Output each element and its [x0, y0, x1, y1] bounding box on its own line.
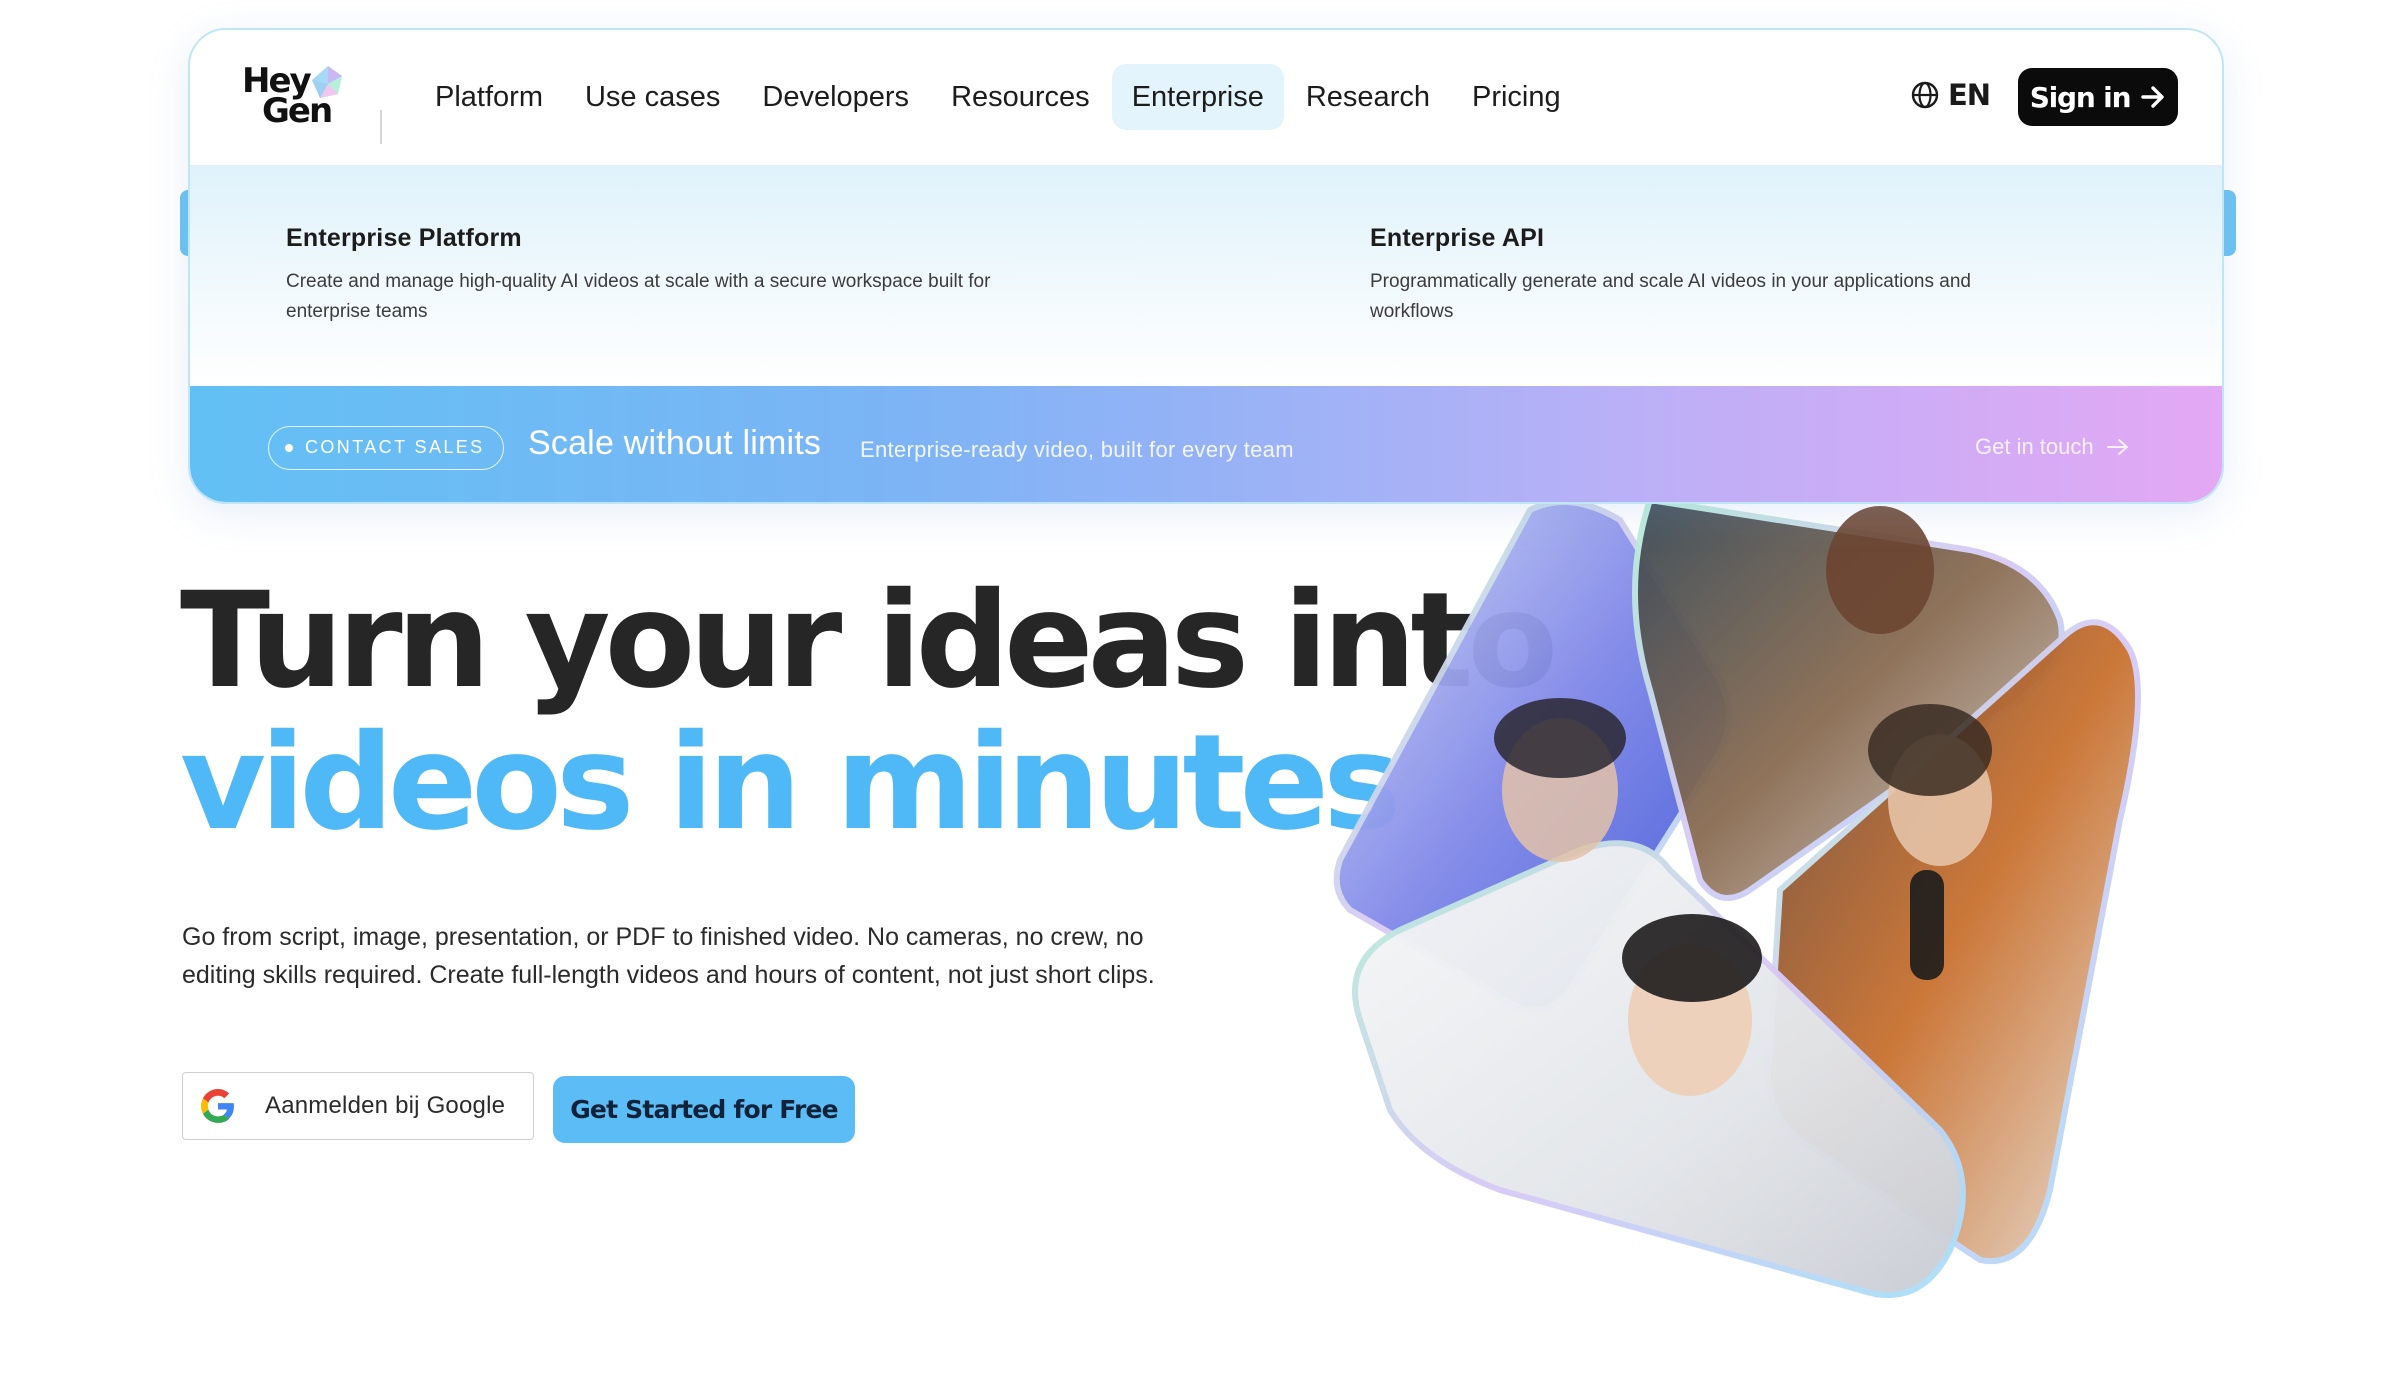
navigation-shell: Hey Gen Platform Use cases Developers Re… — [188, 28, 2224, 504]
menu-item-description: Create and manage high-quality AI videos… — [286, 271, 991, 322]
get-in-touch-label: Get in touch — [1975, 434, 2094, 459]
menu-item-enterprise-platform[interactable]: Enterprise Platform Create and manage hi… — [286, 224, 1066, 327]
nav-link-resources[interactable]: Resources — [931, 64, 1110, 130]
nav-links: Platform Use cases Developers Resources … — [415, 64, 1583, 130]
contact-sales-pill: CONTACT SALES — [268, 426, 504, 470]
enterprise-mega-menu: Enterprise Platform Create and manage hi… — [190, 166, 2222, 386]
nav-link-use-cases[interactable]: Use cases — [565, 64, 740, 130]
nav-divider — [380, 110, 382, 144]
hero-collage-graphic — [1333, 496, 2141, 1298]
contact-sales-banner[interactable]: CONTACT SALES Scale without limits Enter… — [190, 386, 2222, 502]
top-navigation-bar: Hey Gen Platform Use cases Developers Re… — [190, 30, 2222, 166]
hero-description: Go from script, image, presentation, or … — [182, 923, 1155, 989]
google-signin-button[interactable]: Aanmelden bij Google — [182, 1072, 534, 1140]
language-label: EN — [1948, 78, 1991, 112]
banner-subtitle: Enterprise-ready video, built for every … — [860, 437, 1294, 462]
nav-link-platform[interactable]: Platform — [415, 64, 563, 130]
nav-link-pricing[interactable]: Pricing — [1452, 64, 1581, 130]
hero-video-collage — [1320, 490, 2280, 1330]
heygen-logo[interactable]: Hey Gen — [242, 64, 352, 134]
arrow-right-icon — [2106, 439, 2128, 455]
menu-item-title: Enterprise Platform — [286, 224, 522, 252]
nav-link-enterprise[interactable]: Enterprise — [1111, 64, 1284, 130]
get-started-button[interactable]: Get Started for Free — [553, 1076, 855, 1143]
google-signin-label: Aanmelden bij Google — [265, 1092, 506, 1119]
menu-item-enterprise-api[interactable]: Enterprise API Programmatically generate… — [1370, 224, 2050, 327]
sign-in-button[interactable]: Sign in — [2018, 68, 2178, 126]
nav-link-developers[interactable]: Developers — [742, 64, 929, 130]
gem-icon — [312, 66, 342, 98]
language-selector[interactable]: EN — [1910, 78, 1991, 112]
globe-icon — [1911, 81, 1939, 109]
google-icon — [201, 1089, 234, 1123]
nav-link-research[interactable]: Research — [1286, 64, 1450, 130]
get-in-touch-link[interactable]: Get in touch — [1975, 434, 2130, 460]
menu-item-description: Programmatically generate and scale AI v… — [1370, 271, 1971, 322]
arrow-right-icon — [2141, 86, 2165, 108]
menu-side-tab-right — [2222, 190, 2236, 256]
menu-item-title: Enterprise API — [1370, 224, 1545, 252]
sign-in-label: Sign in — [2029, 80, 2132, 114]
banner-title: Scale without limits — [528, 424, 822, 462]
